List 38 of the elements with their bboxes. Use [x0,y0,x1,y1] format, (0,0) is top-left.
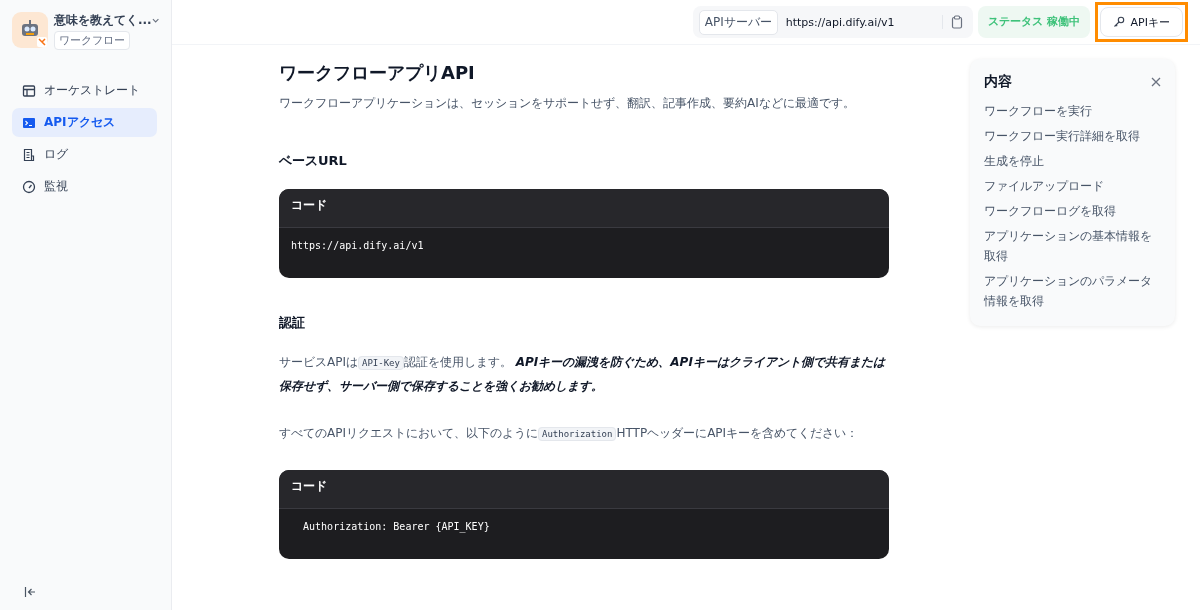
code-block-label: コード [279,189,889,228]
toc-link[interactable]: ファイルアップロード [984,176,1161,196]
document-icon [22,147,36,162]
nav-item[interactable]: 監視 [12,172,157,201]
nav-item[interactable]: ログ [12,140,157,169]
toc-link[interactable]: ワークフローを実行 [984,101,1161,121]
server-url: https://api.dify.ai/v1 [785,15,896,29]
code-block-label: コード [279,470,889,509]
key-icon [1112,16,1125,28]
code-text: Authorization: Bearer {API_KEY} [302,520,491,535]
status-indicator: ステータス 稼働中 [977,6,1090,38]
app-avatar-icon [12,12,48,48]
close-icon[interactable] [1151,77,1161,87]
clipboard-icon[interactable] [950,15,963,29]
paragraph: サービスAPIは API-Key 認証を使用します。 APIキーの漏洩を防ぐため、APIキーはクライアント側で共有または保存せず、サーバー側で保存することを強くお勧めします。 [279,354,887,395]
toc-link[interactable]: 生成を停止 [984,151,1161,171]
toc-link[interactable]: アプリケーションのパラメータ情報を取得 [984,271,1161,311]
chevron-down-icon[interactable] [151,17,159,24]
intro-text: ワークフローアプリケーションは、セッションをサポートせず、翻訳、記事作成、要約AIなどに最適です。 [279,95,856,112]
section-heading: 認証 [279,314,306,332]
layout-icon [22,83,36,98]
api-key-button[interactable]: APIキー [1099,7,1183,37]
terminal-icon [22,115,36,130]
section-heading: ベースURL [279,152,348,170]
gauge-icon [22,179,36,194]
app-type-badge: ワークフロー [54,31,130,50]
nav-item[interactable]: APIアクセス [12,108,157,137]
page-title: ワークフローアプリAPI [279,61,476,85]
paragraph: すべてのAPIリクエストにおいて、以下のように Authorization HTTPヘッダーにAPIキーを含めてください： [279,425,860,443]
toc-link[interactable]: アプリケーションの基本情報を取得 [984,226,1161,266]
app-name[interactable]: 意味を教えてく... [54,12,152,29]
toc-link[interactable]: ワークフローログを取得 [984,201,1161,221]
toc-title: 内容 [984,73,1012,91]
toc-link[interactable]: ワークフロー実行詳細を取得 [984,126,1161,146]
server-label: APIサーバー [698,9,778,35]
nav-item[interactable]: オーケストレート [12,76,157,105]
code-text: https://api.dify.ai/v1 [290,239,425,253]
collapse-sidebar-icon[interactable] [24,586,36,598]
